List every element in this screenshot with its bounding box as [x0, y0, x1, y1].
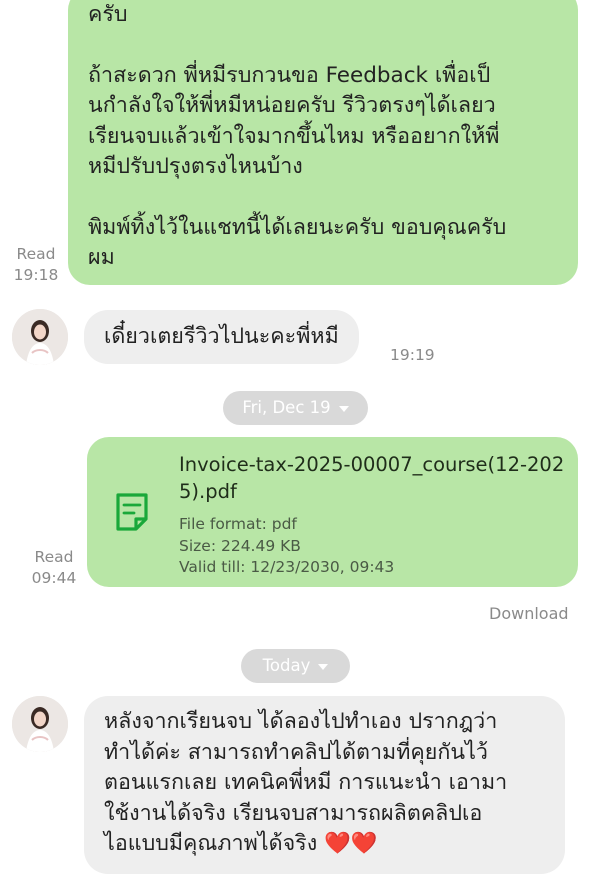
avatar[interactable]	[12, 309, 68, 365]
file-valid-till: Valid till: 12/23/2030, 09:43	[179, 558, 395, 576]
caret-down-icon	[318, 663, 329, 670]
document-icon	[116, 493, 148, 531]
download-link[interactable]: Download	[489, 604, 569, 623]
file-name[interactable]: Invoice-tax-2025-00007_course(12-202 5).…	[179, 451, 569, 505]
date-divider[interactable]: Today	[241, 649, 350, 683]
read-label: Read	[16, 245, 56, 263]
avatar-photo	[12, 309, 68, 365]
file-details: Invoice-tax-2025-00007_course(12-202 5).…	[179, 451, 569, 579]
avatar[interactable]	[12, 696, 68, 752]
file-name-line: Invoice-tax-2025-00007_course(12-202	[179, 453, 565, 476]
message-paragraph: ถ้าสะดวก พี่หมีรบกวนขอ Feedback เพื่อเป็…	[88, 62, 500, 180]
message-text: เดี๋ยวเตยรีวิวไปนะคะพี่หมี	[104, 324, 339, 349]
message-paragraph: ครับ	[88, 2, 128, 27]
file-message-bubble[interactable]: Invoice-tax-2025-00007_course(12-202 5).…	[87, 437, 578, 587]
message-read-status: Read 19:18	[8, 244, 64, 286]
date-label: Today	[262, 656, 311, 675]
message-time: 19:19	[390, 346, 435, 364]
outgoing-message-bubble[interactable]: ครับ ถ้าสะดวก พี่หมีรบกวนขอ Feedback เพื…	[68, 0, 578, 285]
date-divider[interactable]: Fri, Dec 19	[223, 391, 368, 425]
message-read-status: Read 09:44	[26, 547, 82, 589]
incoming-message-bubble[interactable]: หลังจากเรียนจบ ได้ลองไปทำเอง ปรากฎว่า ทำ…	[84, 696, 565, 874]
message-paragraph: พิมพ์ทิ้งไว้ในแชทนี้ได้เลยนะครับ ขอบคุณค…	[88, 214, 507, 271]
read-label: Read	[34, 548, 74, 566]
caret-down-icon	[338, 405, 349, 412]
file-name-line: 5).pdf	[179, 480, 237, 503]
date-label: Fri, Dec 19	[242, 398, 331, 417]
incoming-message-bubble[interactable]: เดี๋ยวเตยรีวิวไปนะคะพี่หมี	[84, 310, 359, 364]
avatar-photo	[12, 696, 68, 752]
message-text: หลังจากเรียนจบ ได้ลองไปทำเอง ปรากฎว่า ทำ…	[104, 709, 508, 856]
message-time: 09:44	[31, 569, 77, 587]
file-format: File format: pdf	[179, 515, 297, 533]
file-size: Size: 224.49 KB	[179, 536, 301, 555]
message-time: 19:18	[13, 266, 59, 284]
